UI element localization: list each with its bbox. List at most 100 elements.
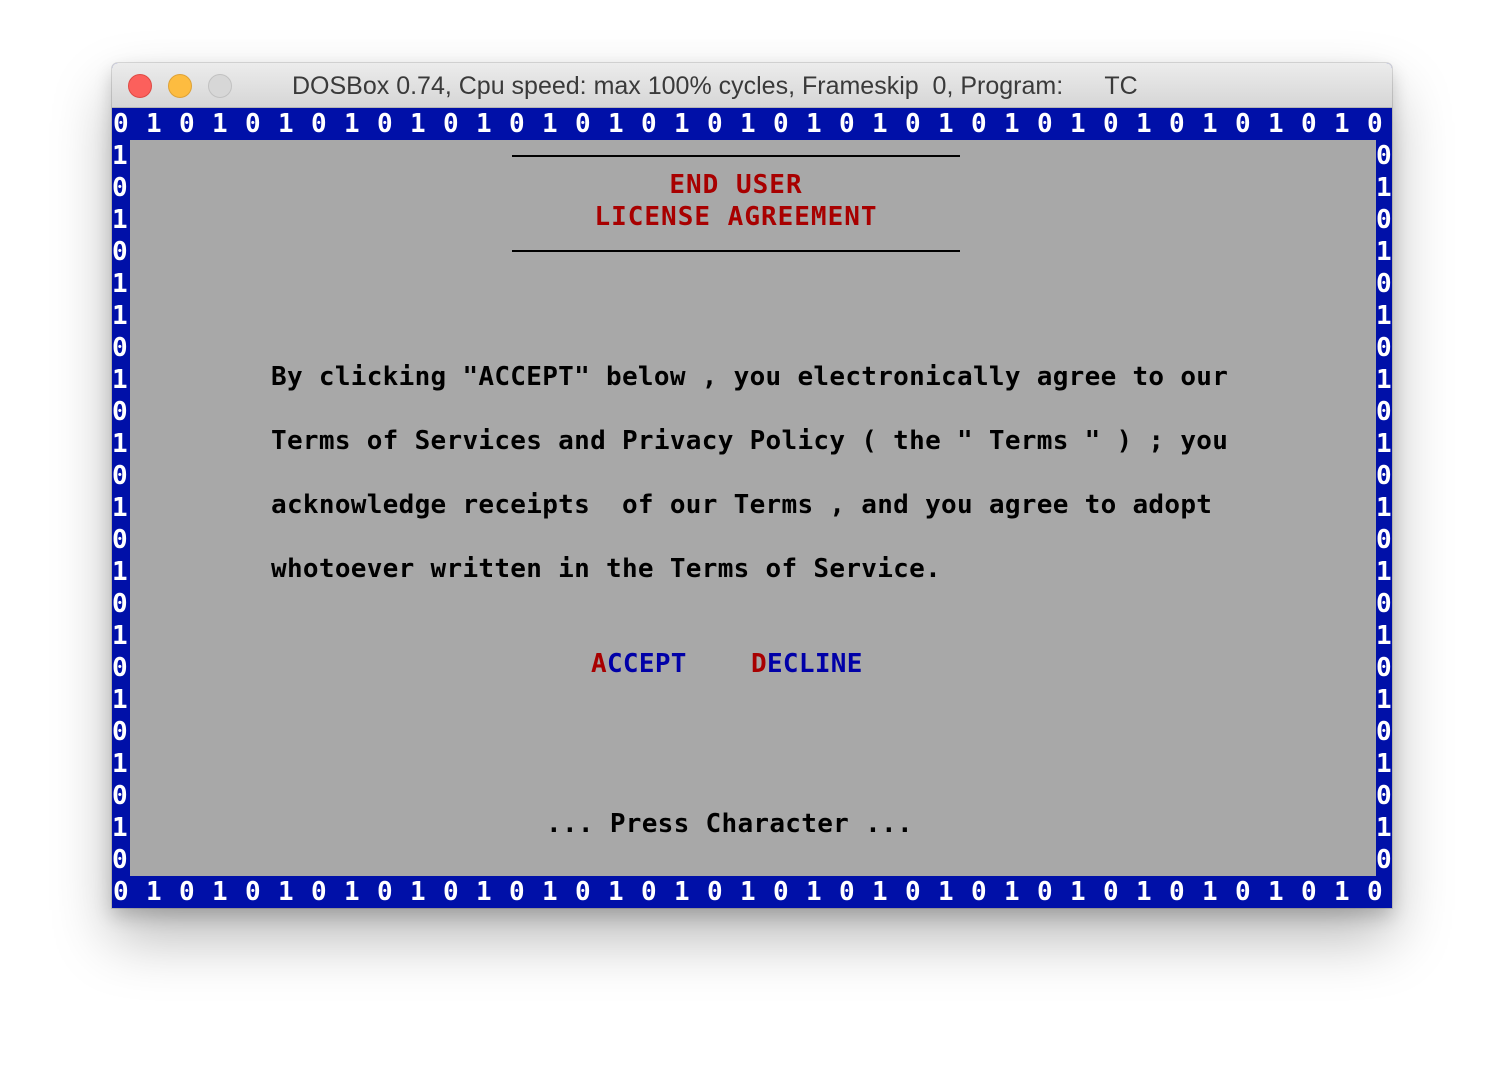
border-digit: 1	[112, 685, 128, 715]
border-digit: 1	[212, 877, 228, 907]
border-digit: 0	[1301, 109, 1317, 139]
border-digit: 0	[112, 397, 128, 427]
border-digit: 0	[1376, 781, 1392, 811]
border-digit: 1	[1376, 237, 1392, 267]
border-digit: 1	[112, 365, 128, 395]
accept-button[interactable]: ACCEPT	[591, 649, 687, 679]
border-digit: 1	[608, 877, 624, 907]
border-digit: 0	[1103, 109, 1119, 139]
border-digit: 1	[872, 877, 888, 907]
border-digit: 1	[1202, 877, 1218, 907]
border-digit: 1	[938, 877, 954, 907]
binary-border-left: 10101101010101010101010	[112, 140, 130, 876]
border-digit: 1	[1376, 813, 1392, 843]
border-digit: 0	[113, 109, 129, 139]
border-digit: 1	[674, 109, 690, 139]
border-digit: 1	[212, 109, 228, 139]
minimize-window-button[interactable]	[168, 74, 192, 98]
border-digit: 1	[278, 109, 294, 139]
border-digit: 1	[112, 749, 128, 779]
border-digit: 1	[112, 429, 128, 459]
border-digit: 0	[311, 109, 327, 139]
border-digit: 0	[575, 877, 591, 907]
border-digit: 0	[641, 109, 657, 139]
border-digit: 0	[112, 333, 128, 363]
border-digit: 1	[806, 109, 822, 139]
border-digit: 0	[905, 109, 921, 139]
border-digit: 1	[1334, 877, 1350, 907]
border-digit: 0	[1301, 877, 1317, 907]
border-digit: 0	[1376, 717, 1392, 747]
border-digit: 0	[1376, 845, 1392, 875]
border-digit: 1	[542, 109, 558, 139]
border-digit: 0	[1169, 877, 1185, 907]
window-title: DOSBox 0.74, Cpu speed: max 100% cycles,…	[292, 72, 1138, 100]
border-digit: 0	[971, 109, 987, 139]
accept-hotkey: A	[591, 649, 607, 679]
border-digit: 1	[938, 109, 954, 139]
border-digit: 1	[1202, 109, 1218, 139]
border-digit: 0	[1169, 109, 1185, 139]
border-digit: 0	[509, 109, 525, 139]
border-digit: 0	[839, 109, 855, 139]
border-digit: 0	[112, 589, 128, 619]
border-digit: 0	[179, 877, 195, 907]
border-digit: 0	[112, 653, 128, 683]
border-digit: 0	[1376, 269, 1392, 299]
border-digit: 1	[740, 877, 756, 907]
border-digit: 1	[1004, 109, 1020, 139]
border-digit: 1	[476, 109, 492, 139]
border-digit: 1	[112, 205, 128, 235]
title-bar[interactable]: DOSBox 0.74, Cpu speed: max 100% cycles,…	[112, 63, 1392, 108]
border-digit: 0	[971, 877, 987, 907]
border-digit: 1	[1004, 877, 1020, 907]
border-digit: 0	[112, 845, 128, 875]
binary-border-right: 01010101010101010101010	[1376, 140, 1392, 876]
border-digit: 0	[1376, 141, 1392, 171]
border-digit: 0	[112, 173, 128, 203]
border-digit: 0	[707, 109, 723, 139]
border-digit: 1	[1376, 493, 1392, 523]
border-digit: 0	[641, 877, 657, 907]
border-digit: 1	[112, 813, 128, 843]
decline-hotkey: D	[751, 649, 767, 679]
border-digit: 0	[1235, 109, 1251, 139]
border-digit: 1	[112, 141, 128, 171]
press-character-prompt: ... Press Character ...	[546, 809, 913, 839]
border-digit: 0	[377, 877, 393, 907]
border-digit: 1	[1376, 173, 1392, 203]
heading-rule-top	[512, 155, 960, 157]
border-digit: 0	[112, 717, 128, 747]
border-digit: 1	[410, 877, 426, 907]
border-digit: 0	[839, 877, 855, 907]
border-digit: 1	[674, 877, 690, 907]
agreement-text-line: By clicking "ACCEPT" below , you electro…	[271, 362, 1229, 392]
zoom-window-button[interactable]	[208, 74, 232, 98]
heading-license-agreement: LICENSE AGREEMENT	[594, 202, 878, 232]
border-digit: 1	[1070, 877, 1086, 907]
border-digit: 0	[1376, 333, 1392, 363]
border-digit: 0	[311, 877, 327, 907]
close-window-button[interactable]	[128, 74, 152, 98]
license-dialog: END USER LICENSE AGREEMENT By clicking "…	[130, 140, 1376, 876]
border-digit: 0	[112, 237, 128, 267]
border-digit: 1	[112, 557, 128, 587]
border-digit: 0	[112, 461, 128, 491]
border-digit: 0	[509, 877, 525, 907]
border-digit: 0	[773, 877, 789, 907]
border-digit: 0	[1376, 397, 1392, 427]
agreement-text-line: whotoever written in the Terms of Servic…	[271, 554, 942, 584]
border-digit: 0	[113, 877, 129, 907]
dos-screen: 0101010101010101010101010101010101010101…	[112, 108, 1392, 908]
border-digit: 0	[179, 109, 195, 139]
border-digit: 1	[1376, 429, 1392, 459]
binary-border-bottom: 0101010101010101010101010101010101010101	[112, 876, 1392, 908]
border-digit: 0	[1376, 525, 1392, 555]
decline-button[interactable]: DECLINE	[751, 649, 863, 679]
border-digit: 1	[872, 109, 888, 139]
border-digit: 1	[608, 109, 624, 139]
border-digit: 1	[1136, 877, 1152, 907]
heading-end-user: END USER	[669, 170, 803, 200]
border-digit: 0	[1103, 877, 1119, 907]
agreement-text-line: Terms of Services and Privacy Policy ( t…	[271, 426, 1229, 456]
